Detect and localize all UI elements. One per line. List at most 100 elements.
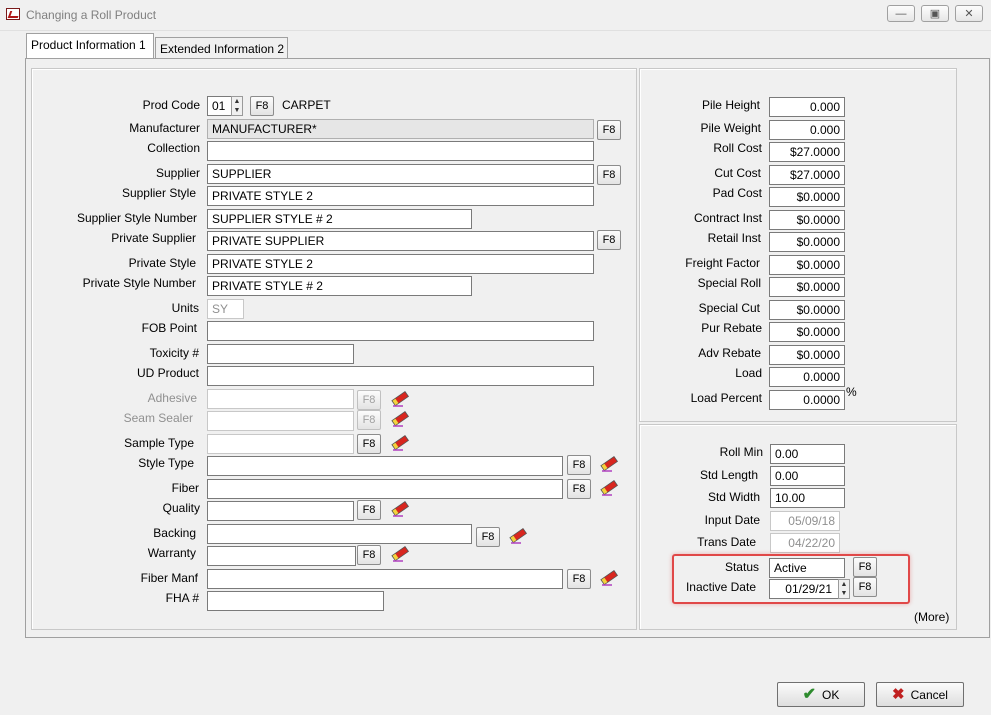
warranty-f8-button[interactable]: F8 bbox=[357, 545, 381, 565]
special-cut-field[interactable]: $0.0000 bbox=[769, 300, 845, 320]
fiber-manf-label: Fiber Manf bbox=[140, 571, 198, 585]
collection-field[interactable] bbox=[207, 141, 594, 161]
pile-weight-field[interactable]: 0.000 bbox=[769, 120, 845, 140]
backing-f8-button[interactable]: F8 bbox=[476, 527, 500, 547]
style-type-f8-button[interactable]: F8 bbox=[567, 455, 591, 475]
pad-cost-field[interactable]: $0.0000 bbox=[769, 187, 845, 207]
eraser-icon bbox=[391, 390, 410, 407]
sample-type-f8-button[interactable]: F8 bbox=[357, 434, 381, 454]
load-percent-field[interactable]: 0.0000 bbox=[769, 390, 845, 410]
eraser-icon bbox=[600, 479, 619, 496]
eraser-icon bbox=[391, 545, 410, 562]
seam-sealer-clear-icon[interactable] bbox=[389, 408, 413, 428]
private-style-label: Private Style bbox=[128, 256, 196, 270]
cancel-button[interactable]: ✖ Cancel bbox=[876, 682, 964, 707]
pile-height-field[interactable]: 0.000 bbox=[769, 97, 845, 117]
private-supplier-field[interactable]: PRIVATE SUPPLIER bbox=[207, 231, 594, 251]
quality-clear-icon[interactable] bbox=[389, 498, 413, 518]
cancel-x-icon: ✖ bbox=[892, 686, 905, 703]
private-style-field[interactable]: PRIVATE STYLE 2 bbox=[207, 254, 594, 274]
load-field[interactable]: 0.0000 bbox=[769, 367, 845, 387]
fob-point-label: FOB Point bbox=[141, 321, 197, 335]
freight-factor-field[interactable]: $0.0000 bbox=[769, 255, 845, 275]
roll-cost-label: Roll Cost bbox=[713, 141, 762, 155]
prod-code-label: Prod Code bbox=[142, 98, 200, 112]
toxicity-label: Toxicity # bbox=[149, 346, 199, 360]
fiber-f8-button[interactable]: F8 bbox=[567, 479, 591, 499]
prod-code-description: CARPET bbox=[282, 98, 331, 112]
fiber-label: Fiber bbox=[171, 481, 199, 495]
fiber-clear-icon[interactable] bbox=[598, 477, 622, 497]
pad-cost-label: Pad Cost bbox=[712, 186, 762, 200]
warranty-clear-icon[interactable] bbox=[389, 543, 413, 563]
adhesive-field bbox=[207, 389, 354, 409]
close-button[interactable]: ✕ bbox=[955, 5, 983, 22]
eraser-icon bbox=[391, 434, 410, 451]
retail-inst-field[interactable]: $0.0000 bbox=[769, 232, 845, 252]
tab-product-information[interactable]: Product Information 1 bbox=[26, 33, 154, 58]
load-percent-label: Load Percent bbox=[690, 391, 762, 405]
backing-field[interactable] bbox=[207, 524, 472, 544]
quality-f8-button[interactable]: F8 bbox=[357, 500, 381, 520]
adv-rebate-field[interactable]: $0.0000 bbox=[769, 345, 845, 365]
ud-product-label: UD Product bbox=[136, 366, 199, 380]
cancel-label: Cancel bbox=[910, 687, 948, 702]
maximize-button[interactable]: ▣ bbox=[921, 5, 949, 22]
supplier-style-number-field[interactable]: SUPPLIER STYLE # 2 bbox=[207, 209, 472, 229]
contract-inst-label: Contract Inst bbox=[693, 211, 762, 225]
fiber-manf-f8-button[interactable]: F8 bbox=[567, 569, 591, 589]
warranty-field[interactable] bbox=[207, 546, 356, 566]
collection-label: Collection bbox=[147, 141, 200, 155]
supplier-f8-button[interactable]: F8 bbox=[597, 165, 621, 185]
prod-code-f8-button[interactable]: F8 bbox=[250, 96, 274, 116]
sample-type-field[interactable] bbox=[207, 434, 354, 454]
load-label: Load bbox=[735, 366, 762, 380]
ok-button[interactable]: ✔ OK bbox=[777, 682, 865, 707]
supplier-style-field[interactable]: PRIVATE STYLE 2 bbox=[207, 186, 594, 206]
checkmark-icon: ✔ bbox=[802, 685, 817, 703]
backing-clear-icon[interactable] bbox=[507, 525, 531, 545]
fha-field[interactable] bbox=[207, 591, 384, 611]
fiber-manf-field[interactable] bbox=[207, 569, 563, 589]
pur-rebate-field[interactable]: $0.0000 bbox=[769, 322, 845, 342]
adhesive-clear-icon[interactable] bbox=[389, 388, 413, 408]
private-supplier-label: Private Supplier bbox=[111, 231, 196, 245]
retail-inst-label: Retail Inst bbox=[707, 231, 761, 245]
contract-inst-field[interactable]: $0.0000 bbox=[769, 210, 845, 230]
tab-extended-information[interactable]: Extended Information 2 bbox=[155, 37, 288, 59]
style-type-field[interactable] bbox=[207, 456, 563, 476]
input-date-label: Input Date bbox=[704, 513, 760, 527]
std-length-field[interactable]: 0.00 bbox=[770, 466, 845, 486]
special-roll-field[interactable]: $0.0000 bbox=[769, 277, 845, 297]
private-supplier-f8-button[interactable]: F8 bbox=[597, 230, 621, 250]
manufacturer-f8-button[interactable]: F8 bbox=[597, 120, 621, 140]
fob-point-field[interactable] bbox=[207, 321, 594, 341]
prod-code-spinner[interactable]: ▲ ▼ bbox=[231, 96, 243, 116]
seam-sealer-f8-button: F8 bbox=[357, 410, 381, 430]
special-roll-label: Special Roll bbox=[697, 276, 761, 290]
supplier-label: Supplier bbox=[155, 166, 200, 180]
input-date-field: 05/09/18 bbox=[770, 511, 840, 531]
eraser-icon bbox=[509, 527, 528, 544]
more-link[interactable]: (More) bbox=[914, 610, 949, 624]
roll-min-field[interactable]: 0.00 bbox=[770, 444, 845, 464]
roll-cost-field[interactable]: $27.0000 bbox=[769, 142, 845, 162]
fiber-field[interactable] bbox=[207, 479, 563, 499]
private-style-number-field[interactable]: PRIVATE STYLE # 2 bbox=[207, 276, 472, 296]
std-width-field[interactable]: 10.00 bbox=[770, 488, 845, 508]
load-percent-suffix: % bbox=[846, 385, 857, 399]
style-type-clear-icon[interactable] bbox=[598, 453, 622, 473]
cut-cost-field[interactable]: $27.0000 bbox=[769, 165, 845, 185]
toxicity-field[interactable] bbox=[207, 344, 354, 364]
sample-type-clear-icon[interactable] bbox=[389, 432, 413, 452]
manufacturer-field[interactable]: MANUFACTURER* bbox=[207, 119, 594, 139]
private-style-number-label: Private Style Number bbox=[82, 276, 196, 290]
fiber-manf-clear-icon[interactable] bbox=[598, 567, 622, 587]
ok-label: OK bbox=[822, 687, 840, 702]
warranty-label: Warranty bbox=[147, 546, 196, 560]
supplier-field[interactable]: SUPPLIER bbox=[207, 164, 594, 184]
quality-field[interactable] bbox=[207, 501, 354, 521]
ud-product-field[interactable] bbox=[207, 366, 594, 386]
highlight-box bbox=[672, 554, 910, 604]
minimize-button[interactable]: — bbox=[887, 5, 915, 22]
